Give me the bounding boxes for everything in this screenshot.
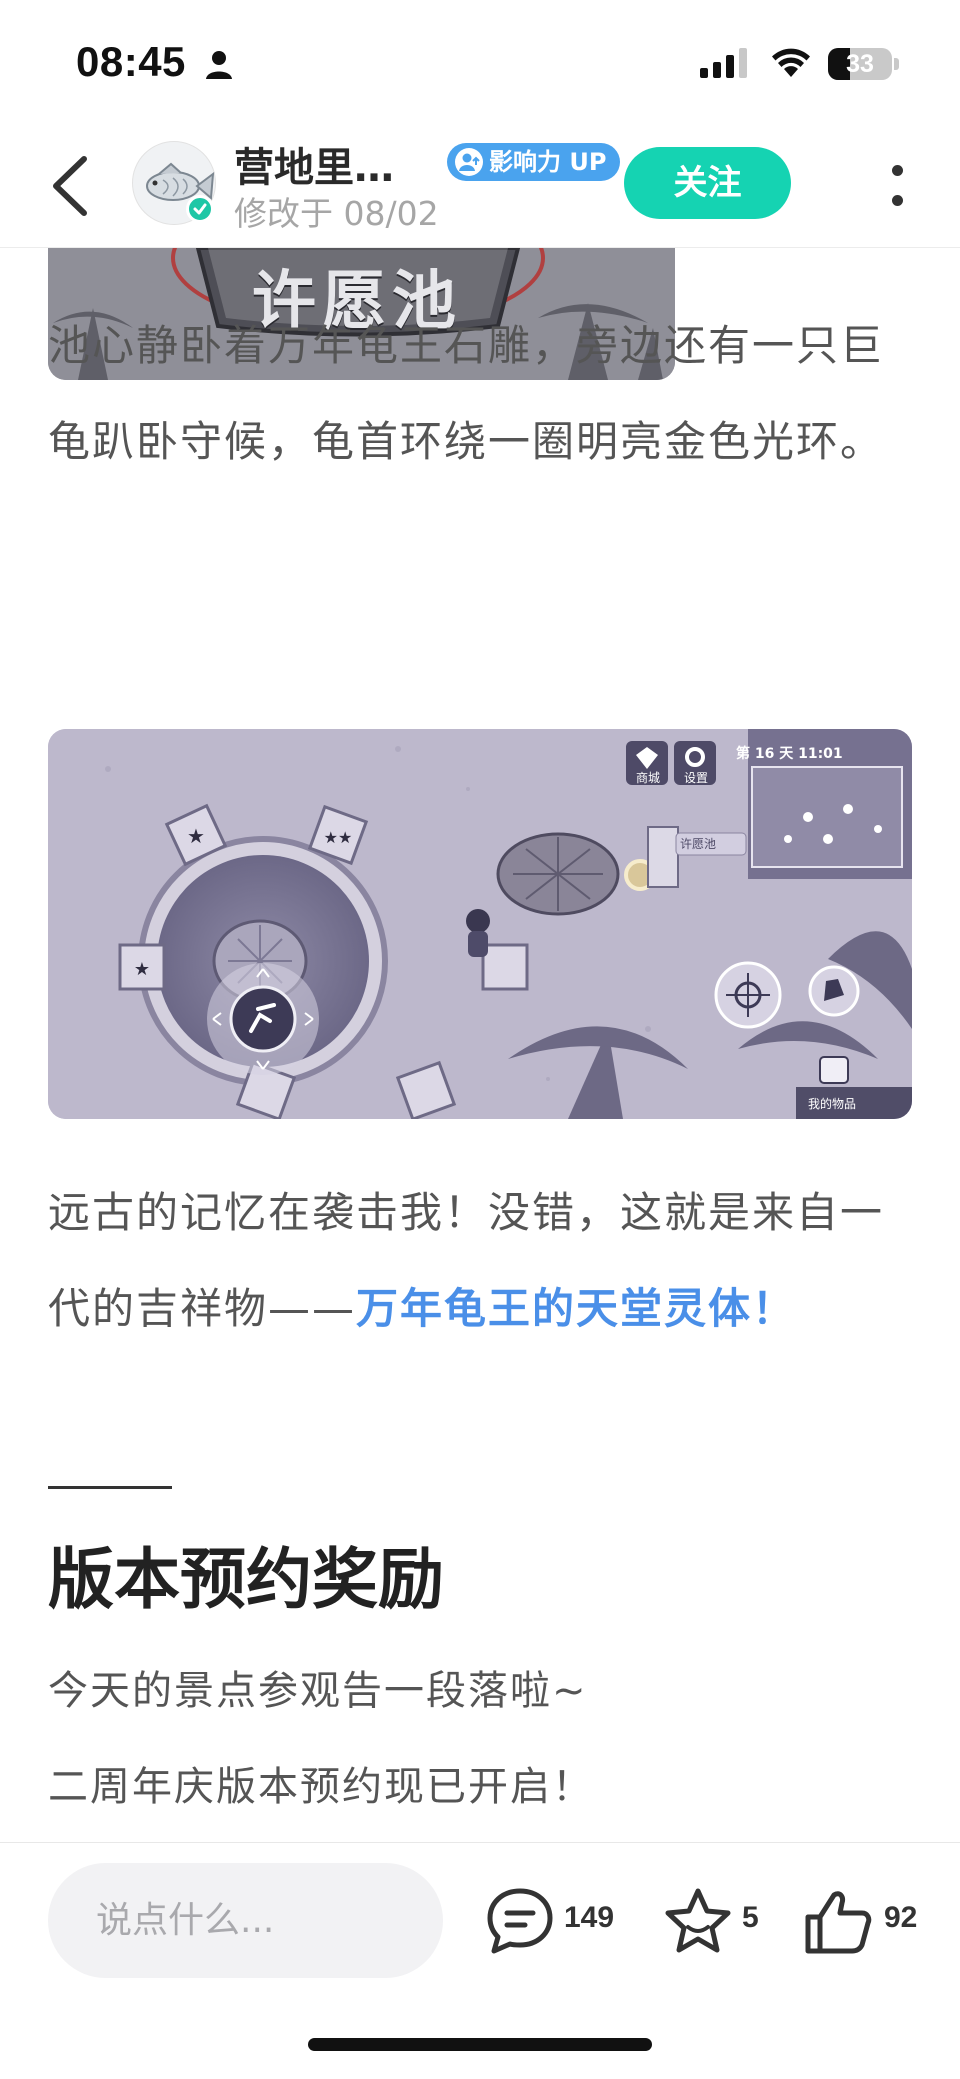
modified-date: 修改于 08/02: [234, 194, 439, 233]
battery-level: 33: [846, 50, 874, 78]
hud-settings-label: 设置: [683, 771, 708, 785]
verified-badge-icon: [186, 195, 214, 223]
dot: [892, 195, 903, 206]
section-divider: [48, 1486, 172, 1489]
more-options-button[interactable]: [880, 155, 916, 215]
comment-input[interactable]: 说点什么...: [48, 1863, 443, 1978]
battery-icon: 33: [828, 48, 892, 80]
star-icon: [665, 1888, 731, 1953]
text-line-2: 二周年庆版本预约现已开启！: [48, 1764, 594, 1810]
svg-text:★: ★: [134, 959, 150, 980]
section-title: 版本预约奖励: [48, 1541, 444, 1618]
hud-marker-label: 许愿池: [680, 837, 717, 851]
battery-cap: [894, 58, 899, 70]
comment-button[interactable]: 149: [482, 1883, 622, 1959]
highlight-link[interactable]: 万年龟王的天堂灵体！: [356, 1284, 796, 1333]
thumbs-up-icon: [805, 1891, 872, 1954]
status-time: 08:45: [76, 38, 186, 85]
comment-placeholder: 说点什么...: [96, 1900, 275, 1941]
author-name[interactable]: 营地里…: [234, 135, 394, 193]
svg-text:★: ★: [187, 824, 205, 848]
bottom-action-bar: 说点什么... 149 5 92: [0, 1842, 960, 2079]
status-bar: 08:45 33: [0, 0, 960, 125]
cellular-signal-icon: [700, 48, 747, 78]
dot: [892, 165, 903, 176]
hud-inventory-label: 我的物品: [808, 1097, 857, 1111]
home-indicator: [308, 2038, 652, 2051]
paragraph-2: 远古的记忆在袭击我！没错，这就是来自一代的吉祥物——万年龟王的天堂灵体！: [48, 1165, 918, 1357]
hud-day-time: 第 16 天 11:01: [736, 746, 843, 762]
favorite-count: 5: [742, 1901, 759, 1934]
comment-count: 149: [564, 1901, 615, 1934]
like-button[interactable]: 92: [800, 1883, 930, 1959]
hud-shop-label: 商城: [635, 771, 660, 785]
influence-label: 影响力 UP: [489, 148, 607, 176]
text-line-1: 今天的景点参观告一段落啦~: [48, 1668, 588, 1714]
user-badge-icon: [455, 148, 483, 176]
person-icon: [206, 51, 232, 79]
influence-badge: 影响力 UP: [447, 143, 621, 181]
post-header: 营地里… 修改于 08/02 影响力 UP 关注: [0, 125, 960, 248]
post-content: 许愿池 池心静卧着万年龟王石雕，旁边还有一只巨龟趴卧守候，龟首环绕一圈明亮金色光…: [0, 248, 960, 1840]
comment-icon: [487, 1888, 553, 1954]
back-button[interactable]: [44, 151, 104, 221]
follow-button[interactable]: 关注: [624, 147, 791, 219]
wifi-icon: [772, 48, 810, 77]
like-count: 92: [884, 1901, 918, 1934]
svg-text:★★: ★★: [324, 828, 353, 847]
favorite-button[interactable]: 5: [660, 1883, 770, 1959]
game-screenshot-image[interactable]: ★ ★★ ★ 商城 设置 第 16 天 11:01 许愿池 我的物品: [48, 729, 912, 1119]
paragraph-1: 池心静卧着万年龟王石雕，旁边还有一只巨龟趴卧守候，龟首环绕一圈明亮金色光环。: [48, 321, 885, 466]
